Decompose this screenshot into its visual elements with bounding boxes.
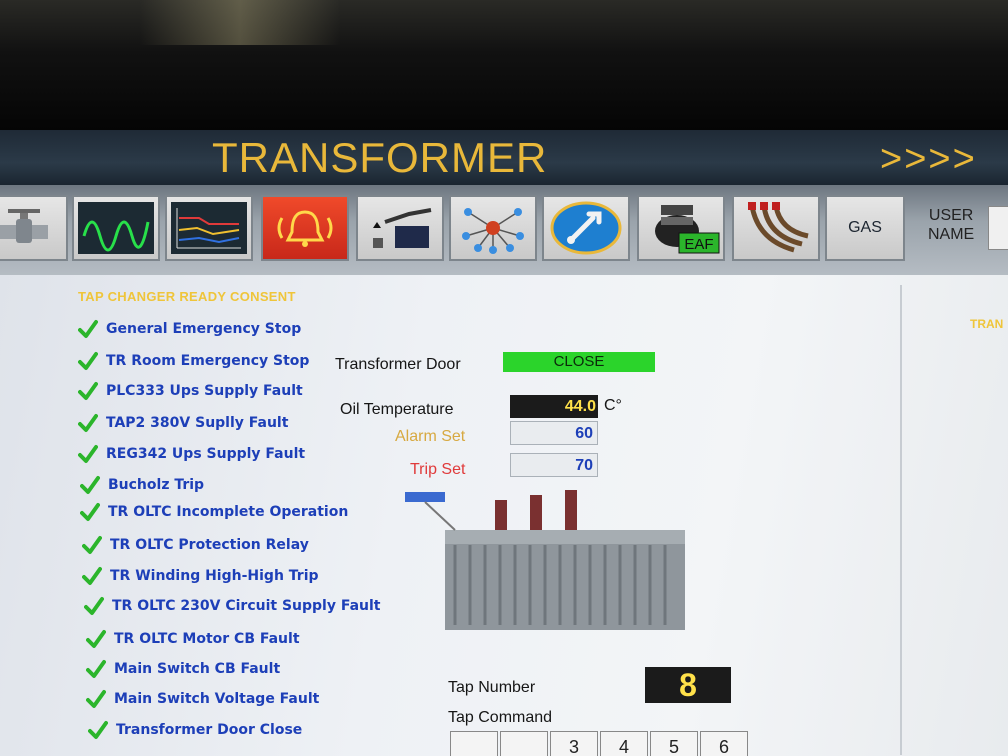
next-page-arrows[interactable]: >>>>	[880, 138, 977, 181]
consent-item-label: Transformer Door Close	[116, 722, 303, 738]
maintenance-button[interactable]	[542, 195, 630, 261]
network-button[interactable]	[449, 195, 537, 261]
oil-temp-value: 44.0	[510, 395, 598, 418]
eaf-furnace-icon: EAF	[655, 205, 720, 254]
consent-item-label: Main Switch Voltage Fault	[114, 691, 320, 707]
tap-command-button[interactable]	[450, 731, 498, 756]
consent-item: Main Switch Voltage Fault	[86, 689, 319, 709]
checkmark-icon	[80, 476, 100, 494]
tap-number-value: 8	[645, 667, 731, 703]
consent-item-label: TR OLTC Protection Relay	[110, 537, 309, 553]
consent-item: TR Winding High-High Trip	[82, 566, 319, 586]
main-content: TAP CHANGER READY CONSENT TRAN General E…	[0, 275, 1008, 756]
consent-item: REG342 Ups Supply Fault	[78, 444, 305, 464]
waveform-button[interactable]	[72, 195, 160, 261]
tap-number-label: Tap Number	[448, 679, 536, 696]
consent-item-label: TR Room Emergency Stop	[106, 353, 310, 369]
checkmark-icon	[86, 690, 106, 708]
oil-pump-button[interactable]	[356, 195, 444, 261]
consent-item-label: Main Switch CB Fault	[114, 661, 281, 677]
consent-item-label: TR OLTC Motor CB Fault	[114, 631, 300, 647]
consent-item: TR Room Emergency Stop	[78, 351, 309, 371]
consent-item: TR OLTC Protection Relay	[82, 535, 309, 555]
gas-button[interactable]: GAS	[825, 195, 905, 261]
waveform-icon	[78, 202, 154, 254]
checkmark-icon	[82, 536, 102, 554]
tap-command-button[interactable]: 5	[650, 731, 698, 756]
checkmark-icon	[78, 352, 98, 370]
right-panel-title: TRAN	[970, 317, 1004, 331]
door-status: CLOSE	[503, 352, 655, 372]
panel-divider	[900, 285, 902, 755]
tap-command-button[interactable]	[500, 731, 548, 756]
consent-item-label: PLC333 Ups Supply Fault	[106, 383, 303, 399]
checkmark-icon	[82, 567, 102, 585]
oil-pump-icon	[373, 208, 432, 248]
user-name-label-line2: NAME	[928, 226, 975, 243]
tap-command-button[interactable]: 6	[700, 731, 748, 756]
trip-set-label: Trip Set	[410, 461, 466, 478]
alarm-set-field[interactable]: 60	[510, 421, 598, 445]
gas-label: GAS	[848, 219, 882, 236]
checkmark-icon	[86, 660, 106, 678]
bezel-reflection	[140, 0, 340, 45]
user-name-field[interactable]	[988, 206, 1008, 250]
checkmark-icon	[80, 503, 100, 521]
door-label: Transformer Door	[335, 356, 461, 373]
cables-icon	[748, 202, 809, 253]
tap-command-button[interactable]: 4	[600, 731, 648, 756]
alarm-button[interactable]	[261, 195, 349, 261]
cables-button[interactable]	[732, 195, 820, 261]
tap-command-button[interactable]: 3	[550, 731, 598, 756]
consent-item-label: Bucholz Trip	[108, 477, 205, 493]
page-title: TRANSFORMER	[212, 134, 548, 181]
alarm-set-label: Alarm Set	[395, 428, 466, 445]
wrench-icon	[550, 201, 622, 255]
oil-temp-label: Oil Temperature	[340, 401, 454, 418]
trip-set-field[interactable]: 70	[510, 453, 598, 477]
checkmark-icon	[78, 382, 98, 400]
consent-item-label: TR OLTC Incomplete Operation	[108, 504, 349, 520]
user-name-label-line1: USER	[928, 207, 974, 224]
transformer-image	[405, 490, 685, 630]
checkmark-icon	[86, 630, 106, 648]
consent-item-label: TR Winding High-High Trip	[110, 568, 319, 584]
toolbar: EAF GAS USER NAME	[0, 185, 1008, 275]
trend-chart-icon	[171, 202, 247, 254]
tap-command-buttons: 3456	[450, 731, 750, 756]
eaf-button[interactable]: EAF	[637, 195, 725, 261]
user-name-label: USER NAME	[928, 206, 974, 244]
consent-item: Main Switch CB Fault	[86, 659, 280, 679]
checkmark-icon	[78, 445, 98, 463]
consent-item: TR OLTC Motor CB Fault	[86, 629, 300, 649]
consent-title: TAP CHANGER READY CONSENT	[78, 289, 296, 304]
checkmark-icon	[84, 597, 104, 615]
checkmark-icon	[78, 320, 98, 338]
tap-command-label: Tap Command	[448, 709, 553, 726]
title-bar: TRANSFORMER >>>>	[0, 130, 1008, 185]
checkmark-icon	[88, 721, 108, 739]
valve-icon	[0, 209, 48, 243]
consent-item: TR OLTC Incomplete Operation	[80, 502, 348, 522]
eaf-label: EAF	[684, 236, 713, 253]
valve-button[interactable]	[0, 195, 68, 261]
consent-item-label: General Emergency Stop	[106, 321, 302, 337]
alarm-bell-icon	[277, 210, 333, 247]
oil-temp-unit: C°	[604, 397, 622, 414]
trend-button[interactable]	[165, 195, 253, 261]
consent-item: Transformer Door Close	[88, 720, 302, 740]
hmi-screen: TRANSFORMER >>>> EAF GAS USER NAME TAP C…	[0, 130, 1008, 756]
network-icon	[462, 208, 524, 254]
checkmark-icon	[78, 414, 98, 432]
consent-item: PLC333 Ups Supply Fault	[78, 381, 303, 401]
consent-item: Bucholz Trip	[80, 475, 204, 495]
consent-item-label: TR OLTC 230V Circuit Supply Fault	[112, 598, 381, 614]
consent-item: TR OLTC 230V Circuit Supply Fault	[84, 596, 381, 616]
consent-item-label: REG342 Ups Supply Fault	[106, 446, 306, 462]
consent-item: General Emergency Stop	[78, 319, 301, 339]
consent-item-label: TAP2 380V Suplly Fault	[106, 415, 289, 431]
consent-item: TAP2 380V Suplly Fault	[78, 413, 288, 433]
